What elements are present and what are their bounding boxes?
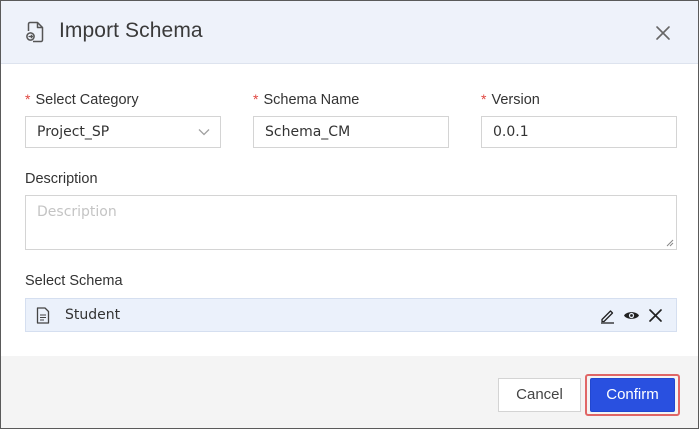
description-placeholder: Description [37,204,117,220]
description-textarea[interactable]: Description [25,195,677,250]
schema-name-label: * Schema Name [253,91,360,108]
schema-file-name: Student [65,307,121,323]
description-label: Description [25,171,98,187]
chevron-down-icon [198,129,210,136]
schema-name-value: Schema_CM [265,124,351,140]
category-select-value: Project_SP [37,124,110,140]
import-schema-dialog: Import Schema * Select Category Project_S… [0,0,699,429]
required-mark: * [253,91,259,107]
edit-icon[interactable] [599,307,616,324]
required-mark: * [481,91,487,107]
close-icon[interactable] [653,23,673,43]
schema-file-item: Student [25,298,677,332]
cancel-button[interactable]: Cancel [498,378,581,412]
remove-icon[interactable] [647,307,664,324]
dialog-title: Import Schema [59,19,203,42]
version-input[interactable]: 0.0.1 [481,116,677,148]
eye-icon[interactable] [623,307,640,324]
dialog-header: Import Schema [1,1,698,64]
select-schema-label: Select Schema [25,273,123,289]
schema-name-input[interactable]: Schema_CM [253,116,449,148]
version-value: 0.0.1 [493,124,529,140]
required-mark: * [25,91,31,107]
resize-handle-icon[interactable] [665,238,674,247]
document-import-icon [26,21,44,43]
category-label: * Select Category [25,91,139,108]
file-icon [36,307,50,324]
version-label: * Version [481,91,540,108]
category-select[interactable]: Project_SP [25,116,221,148]
confirm-button[interactable]: Confirm [590,378,675,412]
